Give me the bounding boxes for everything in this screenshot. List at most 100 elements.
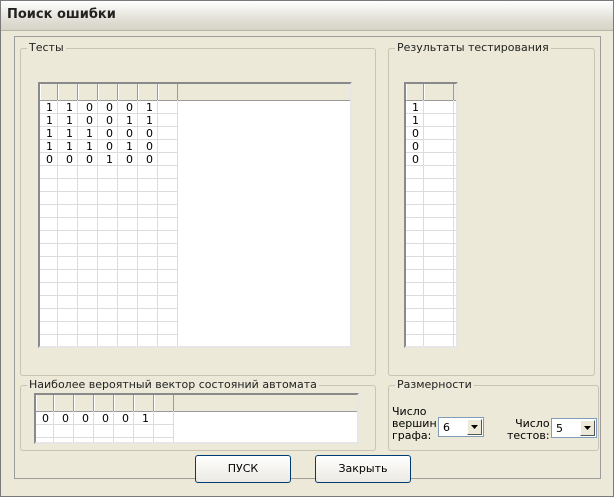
main-window: Поиск ошибки Тесты 110001110011111000111… [0, 0, 614, 497]
grid-row-line [406, 308, 456, 309]
grid-row-line [40, 334, 178, 335]
start-button[interactable]: ПУСК [195, 455, 291, 483]
chevron-down-icon[interactable] [467, 419, 482, 435]
grid-header-cell[interactable] [74, 395, 94, 411]
chevron-down-icon[interactable] [580, 420, 595, 436]
grid-cell[interactable]: 0 [103, 114, 123, 127]
grid-header-cell[interactable] [154, 395, 174, 411]
grid-cell[interactable]: 1 [103, 153, 123, 166]
grid-cell[interactable]: 1 [123, 140, 143, 153]
grid-cell[interactable]: 1 [139, 412, 159, 425]
grid-row-line [406, 256, 456, 257]
grid-row-line [406, 243, 456, 244]
grid-cell[interactable]: 1 [123, 114, 143, 127]
grid-header-cell[interactable] [134, 395, 154, 411]
grid-header-cell[interactable] [78, 84, 98, 100]
grid-row-line [40, 230, 178, 231]
tests-group: Тесты 110001110011111000111010000100 [20, 41, 376, 376]
close-button[interactable]: Закрыть [315, 455, 411, 483]
grid-cell[interactable]: 0 [59, 412, 79, 425]
grid-header-cell[interactable] [54, 395, 74, 411]
grid-header-cell[interactable] [406, 84, 424, 100]
grid-cell[interactable]: 0 [63, 153, 83, 166]
grid-row-line [406, 295, 456, 296]
grid-cell[interactable]: 0 [43, 153, 63, 166]
grid-row-line [40, 204, 178, 205]
grid-cell[interactable]: 0 [39, 412, 59, 425]
grid-cell[interactable]: 1 [63, 114, 83, 127]
grid-row-line [40, 256, 178, 257]
grid-cell[interactable]: 1 [143, 101, 163, 114]
grid-row-line [406, 269, 456, 270]
grid-cell[interactable]: 0 [83, 153, 103, 166]
dimensions-group: Размерности Число вершин графа: 6 Число … [388, 378, 599, 451]
grid-cell[interactable]: 0 [123, 101, 143, 114]
grid-header-cell[interactable] [114, 395, 134, 411]
grid-row-line [40, 282, 178, 283]
grid-header-cell[interactable] [118, 84, 138, 100]
grid-header-cell[interactable] [40, 84, 58, 100]
grid-header-cell[interactable] [36, 395, 54, 411]
grid-cell[interactable]: 0 [79, 412, 99, 425]
results-grid[interactable]: 11000 [404, 82, 458, 348]
grid-row-line [406, 191, 456, 192]
grid-header-cell[interactable] [94, 395, 114, 411]
grid-cell[interactable]: 1 [409, 101, 429, 114]
grid-cell[interactable]: 1 [409, 114, 429, 127]
content-panel: Тесты 110001110011111000111010000100 Рез… [14, 36, 601, 483]
grid-cell[interactable]: 1 [43, 127, 63, 140]
grid-cell[interactable]: 1 [43, 101, 63, 114]
grid-cell[interactable]: 0 [103, 101, 123, 114]
grid-cell[interactable]: 0 [103, 140, 123, 153]
grid-cell[interactable]: 1 [83, 140, 103, 153]
grid-cell[interactable]: 0 [83, 114, 103, 127]
vertices-value: 6 [443, 421, 450, 434]
tests-count-select[interactable]: 5 [551, 418, 597, 438]
grid-row-line [40, 269, 178, 270]
grid-cell[interactable]: 1 [143, 114, 163, 127]
grid-cell[interactable]: 1 [63, 127, 83, 140]
grid-header-cell[interactable] [424, 84, 454, 100]
grid-cell[interactable]: 0 [143, 153, 163, 166]
grid-row-line [40, 243, 178, 244]
grid-cell[interactable]: 0 [143, 140, 163, 153]
grid-cell[interactable]: 0 [409, 127, 429, 140]
window-title: Поиск ошибки [7, 7, 116, 22]
tests-count-value: 5 [556, 422, 563, 435]
grid-cell[interactable]: 0 [119, 412, 139, 425]
grid-header-cell[interactable] [138, 84, 158, 100]
grid-header-cell[interactable] [158, 84, 178, 100]
grid-cell[interactable]: 0 [83, 101, 103, 114]
grid-row-line [406, 230, 456, 231]
grid-cell[interactable]: 1 [43, 114, 63, 127]
grid-row-line [40, 217, 178, 218]
grid-cell[interactable]: 0 [143, 127, 163, 140]
grid-column-line [453, 100, 454, 346]
vertices-select[interactable]: 6 [438, 417, 484, 437]
grid-cell[interactable]: 0 [103, 127, 123, 140]
grid-row-line [36, 437, 174, 438]
grid-cell[interactable]: 1 [63, 140, 83, 153]
grid-cell[interactable]: 0 [409, 153, 429, 166]
title-bar[interactable]: Поиск ошибки [1, 1, 613, 31]
grid-header-cell[interactable] [58, 84, 78, 100]
grid-cell[interactable]: 0 [123, 127, 143, 140]
grid-row-line [40, 308, 178, 309]
grid-cell[interactable]: 1 [83, 127, 103, 140]
grid-row-line [40, 295, 178, 296]
grid-cell[interactable]: 1 [43, 140, 63, 153]
grid-cell[interactable]: 0 [123, 153, 143, 166]
vector-group: Наиболее вероятный вектор состояний авто… [20, 378, 376, 451]
results-legend: Результаты тестирования [395, 41, 551, 54]
tests-count-label: Число тестов: [507, 417, 550, 442]
grid-row-line [406, 321, 456, 322]
vector-legend: Наиболее вероятный вектор состояний авто… [27, 378, 319, 391]
tests-grid[interactable]: 110001110011111000111010000100 [38, 82, 352, 348]
grid-header-cell[interactable] [98, 84, 118, 100]
vector-grid[interactable]: 000001 [34, 393, 359, 444]
grid-cell[interactable]: 1 [63, 101, 83, 114]
grid-column-line [177, 100, 178, 346]
grid-cell[interactable]: 0 [99, 412, 119, 425]
grid-row-line [406, 178, 456, 179]
grid-cell[interactable]: 0 [409, 140, 429, 153]
